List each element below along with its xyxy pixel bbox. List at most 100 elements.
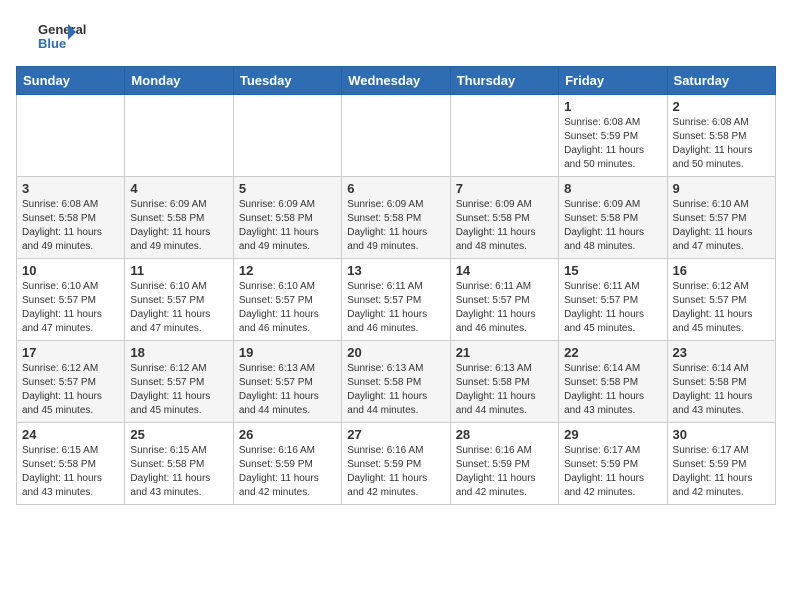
day-number: 10 [22,263,119,278]
weekday-header-saturday: Saturday [667,67,775,95]
day-cell [450,95,558,177]
day-number: 28 [456,427,553,442]
day-number: 30 [673,427,770,442]
week-row-5: 24 Sunrise: 6:15 AM Sunset: 5:58 PM Dayli… [17,423,776,505]
day-number: 17 [22,345,119,360]
day-cell: 8 Sunrise: 6:09 AM Sunset: 5:58 PM Daylig… [559,177,667,259]
day-number: 29 [564,427,661,442]
day-info: Sunrise: 6:10 AM Sunset: 5:57 PM Dayligh… [673,198,770,254]
day-info: Sunrise: 6:13 AM Sunset: 5:58 PM Dayligh… [456,362,553,418]
day-number: 18 [130,345,227,360]
day-number: 21 [456,345,553,360]
day-cell: 6Sunrise: 6:09 AM Sunset: 5:58 PM Daylig… [342,177,450,259]
day-number: 12 [239,263,336,278]
day-info: Sunrise: 6:13 AM Sunset: 5:57 PM Dayligh… [239,362,336,418]
day-cell: 2Sunrise: 6:08 AM Sunset: 5:58 PM Daylig… [667,95,775,177]
day-cell: 11 Sunrise: 6:10 AM Sunset: 5:57 PM Dayli… [125,259,233,341]
day-number: 3 [22,181,119,196]
day-info: Sunrise: 6:16 AM Sunset: 5:59 PM Dayligh… [239,444,336,500]
day-info: Sunrise: 6:09 AM Sunset: 5:58 PM Dayligh… [130,198,227,254]
day-number: 16 [673,263,770,278]
day-number: 6 [347,181,444,196]
page-header: General Blue [16,16,776,56]
day-cell: 19 Sunrise: 6:13 AM Sunset: 5:57 PM Dayli… [233,341,341,423]
week-row-3: 10 Sunrise: 6:10 AM Sunset: 5:57 PM Dayli… [17,259,776,341]
day-number: 1 [564,99,661,114]
day-info: Sunrise: 6:13 AM Sunset: 5:58 PM Dayligh… [347,362,444,418]
week-row-1: 1 Sunrise: 6:08 AM Sunset: 5:59 PM Daylig… [17,95,776,177]
day-info: Sunrise: 6:11 AM Sunset: 5:57 PM Dayligh… [564,280,661,336]
day-info: Sunrise: 6:15 AM Sunset: 5:58 PM Dayligh… [22,444,119,500]
day-number: 25 [130,427,227,442]
day-cell: 5 Sunrise: 6:09 AM Sunset: 5:58 PM Daylig… [233,177,341,259]
day-info: Sunrise: 6:09 AM Sunset: 5:58 PM Dayligh… [239,198,336,254]
day-cell [342,95,450,177]
day-cell [125,95,233,177]
day-number: 23 [673,345,770,360]
day-cell: 17 Sunrise: 6:12 AM Sunset: 5:57 PM Dayli… [17,341,125,423]
week-row-2: 3 Sunrise: 6:08 AM Sunset: 5:58 PM Daylig… [17,177,776,259]
day-number: 15 [564,263,661,278]
week-row-4: 17 Sunrise: 6:12 AM Sunset: 5:57 PM Dayli… [17,341,776,423]
day-cell: 9 Sunrise: 6:10 AM Sunset: 5:57 PM Daylig… [667,177,775,259]
day-info: Sunrise: 6:17 AM Sunset: 5:59 PM Dayligh… [564,444,661,500]
weekday-header-wednesday: Wednesday [342,67,450,95]
weekday-header-friday: Friday [559,67,667,95]
day-cell: 26 Sunrise: 6:16 AM Sunset: 5:59 PM Dayli… [233,423,341,505]
day-info: Sunrise: 6:14 AM Sunset: 5:58 PM Dayligh… [673,362,770,418]
day-cell: 12 Sunrise: 6:10 AM Sunset: 5:57 PM Dayli… [233,259,341,341]
day-cell: 13 Sunrise: 6:11 AM Sunset: 5:57 PM Dayli… [342,259,450,341]
day-number: 8 [564,181,661,196]
day-number: 26 [239,427,336,442]
day-info: Sunrise: 6:12 AM Sunset: 5:57 PM Dayligh… [22,362,119,418]
day-number: 7 [456,181,553,196]
day-info: Sunrise: 6:15 AM Sunset: 5:58 PM Dayligh… [130,444,227,500]
weekday-header-sunday: Sunday [17,67,125,95]
day-number: 13 [347,263,444,278]
calendar-table: SundayMondayTuesdayWednesdayThursdayFrid… [16,66,776,505]
weekday-header-thursday: Thursday [450,67,558,95]
day-cell [233,95,341,177]
day-number: 11 [130,263,227,278]
day-number: 24 [22,427,119,442]
day-cell: 27 Sunrise: 6:16 AM Sunset: 5:59 PM Dayli… [342,423,450,505]
day-number: 5 [239,181,336,196]
day-cell: 4 Sunrise: 6:09 AM Sunset: 5:58 PM Daylig… [125,177,233,259]
day-number: 4 [130,181,227,196]
day-info: Sunrise: 6:09 AM Sunset: 5:58 PM Dayligh… [564,198,661,254]
day-info: Sunrise: 6:11 AM Sunset: 5:57 PM Dayligh… [347,280,444,336]
day-info: Sunrise: 6:08 AM Sunset: 5:59 PM Dayligh… [564,116,661,172]
day-info: Sunrise: 6:10 AM Sunset: 5:57 PM Dayligh… [22,280,119,336]
day-cell: 23 Sunrise: 6:14 AM Sunset: 5:58 PM Dayli… [667,341,775,423]
logo: General Blue [16,16,96,56]
day-cell: 20Sunrise: 6:13 AM Sunset: 5:58 PM Dayli… [342,341,450,423]
day-number: 19 [239,345,336,360]
day-cell: 24 Sunrise: 6:15 AM Sunset: 5:58 PM Dayli… [17,423,125,505]
day-number: 27 [347,427,444,442]
weekday-header-tuesday: Tuesday [233,67,341,95]
day-cell: 28 Sunrise: 6:16 AM Sunset: 5:59 PM Dayli… [450,423,558,505]
day-cell: 15 Sunrise: 6:11 AM Sunset: 5:57 PM Dayli… [559,259,667,341]
day-info: Sunrise: 6:14 AM Sunset: 5:58 PM Dayligh… [564,362,661,418]
day-cell: 25 Sunrise: 6:15 AM Sunset: 5:58 PM Dayli… [125,423,233,505]
day-info: Sunrise: 6:10 AM Sunset: 5:57 PM Dayligh… [239,280,336,336]
weekday-header-row: SundayMondayTuesdayWednesdayThursdayFrid… [17,67,776,95]
day-cell: 1 Sunrise: 6:08 AM Sunset: 5:59 PM Daylig… [559,95,667,177]
day-cell: 21 Sunrise: 6:13 AM Sunset: 5:58 PM Dayli… [450,341,558,423]
day-info: Sunrise: 6:10 AM Sunset: 5:57 PM Dayligh… [130,280,227,336]
day-number: 14 [456,263,553,278]
day-info: Sunrise: 6:11 AM Sunset: 5:57 PM Dayligh… [456,280,553,336]
day-info: Sunrise: 6:08 AM Sunset: 5:58 PM Dayligh… [22,198,119,254]
day-info: Sunrise: 6:16 AM Sunset: 5:59 PM Dayligh… [456,444,553,500]
day-number: 9 [673,181,770,196]
day-info: Sunrise: 6:17 AM Sunset: 5:59 PM Dayligh… [673,444,770,500]
logo-icon: General Blue [16,16,96,56]
day-cell: 3 Sunrise: 6:08 AM Sunset: 5:58 PM Daylig… [17,177,125,259]
day-cell: 14 Sunrise: 6:11 AM Sunset: 5:57 PM Dayli… [450,259,558,341]
day-info: Sunrise: 6:08 AM Sunset: 5:58 PM Dayligh… [673,116,770,172]
day-cell: 7Sunrise: 6:09 AM Sunset: 5:58 PM Daylig… [450,177,558,259]
day-cell: 16Sunrise: 6:12 AM Sunset: 5:57 PM Dayli… [667,259,775,341]
day-cell: 30 Sunrise: 6:17 AM Sunset: 5:59 PM Dayli… [667,423,775,505]
day-cell: 18Sunrise: 6:12 AM Sunset: 5:57 PM Dayli… [125,341,233,423]
day-info: Sunrise: 6:16 AM Sunset: 5:59 PM Dayligh… [347,444,444,500]
